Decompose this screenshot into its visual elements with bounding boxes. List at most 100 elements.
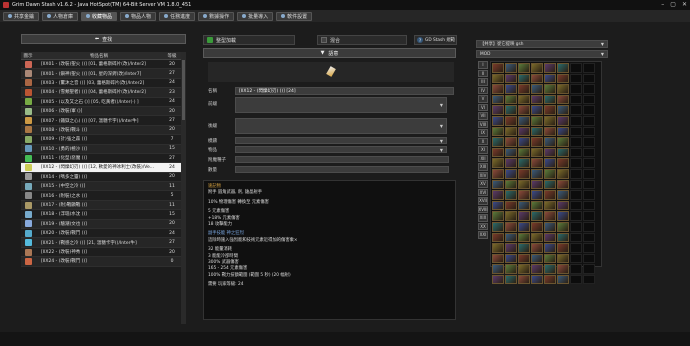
stash-page-tab[interactable]: II	[478, 69, 488, 77]
stash-page-tab[interactable]: XVI	[478, 188, 488, 196]
stash-slot[interactable]	[583, 264, 595, 274]
tab-character[interactable]: 人物倉庫	[42, 11, 79, 21]
stash-slot[interactable]	[544, 221, 556, 232]
stash-slot[interactable]	[518, 94, 530, 105]
stash-slot[interactable]	[492, 137, 504, 147]
stash-page-tab[interactable]: XIII	[478, 163, 488, 171]
stash-slot[interactable]	[570, 84, 582, 94]
list-item[interactable]: [IIX15 - (中空之冷 ()] 11	[21, 182, 181, 192]
stash-slot[interactable]	[505, 253, 517, 264]
stash-slot[interactable]	[570, 264, 582, 274]
stash-slot[interactable]	[505, 200, 517, 211]
stash-slot[interactable]	[583, 115, 595, 126]
stash-slot[interactable]	[518, 137, 530, 147]
list-item[interactable]: [IIX18 - (浮瑙)水沈 ()] 15	[21, 210, 181, 220]
col-icon-header[interactable]: 圖示	[21, 52, 35, 59]
stash-page-tab[interactable]: I	[478, 61, 488, 69]
mold-dropdown[interactable]: ▼	[235, 137, 447, 144]
stash-slot[interactable]	[570, 126, 582, 137]
stash-slot[interactable]	[531, 190, 543, 200]
stash-slot[interactable]	[518, 253, 530, 264]
stash-slot[interactable]	[570, 274, 582, 285]
stash-slot[interactable]	[531, 158, 543, 168]
stash-slot[interactable]	[518, 115, 530, 126]
stash-slot[interactable]	[557, 264, 569, 274]
stash-slot[interactable]	[505, 158, 517, 168]
stash-page-tab[interactable]: XII	[478, 154, 488, 162]
list-item[interactable]: [IIX01 - (改裝)聖火 ()] [01, 蕾格斯碎片(改)/Inter2…	[21, 60, 181, 70]
stash-slot[interactable]	[557, 232, 569, 243]
stash-page-tab[interactable]: XX	[478, 222, 488, 230]
stash-slot[interactable]	[557, 179, 569, 190]
stash-slot[interactable]	[570, 221, 582, 232]
stash-slot[interactable]	[570, 179, 582, 190]
list-item[interactable]: [IIX24 - (改裝)戰鬥 ()] 0	[21, 257, 181, 267]
stash-page-tab[interactable]: XVIII	[478, 205, 488, 213]
stash-slot[interactable]	[505, 73, 517, 84]
stash-slot[interactable]	[531, 84, 543, 94]
stash-slot[interactable]	[544, 243, 556, 253]
stash-slot[interactable]	[570, 168, 582, 179]
prefix-dropdown[interactable]: ▼	[235, 97, 447, 113]
stash-page-tab[interactable]: IV	[478, 86, 488, 94]
stash-slot[interactable]	[544, 147, 556, 158]
stash-slot[interactable]	[531, 105, 543, 115]
tab-quest[interactable]: 任務進度	[159, 11, 196, 21]
stash-slot[interactable]	[570, 211, 582, 221]
stash-page-tab[interactable]: XXI	[478, 231, 488, 239]
stash-slot[interactable]	[505, 243, 517, 253]
minimize-button[interactable]: –	[661, 1, 664, 8]
stash-slot[interactable]	[583, 232, 595, 243]
stash-slot[interactable]	[583, 63, 595, 73]
list-item[interactable]: [IIX05 - (以及又之石 ()] [05, 吃黃者()/Inter(·) …	[21, 97, 181, 107]
stash-slot[interactable]	[544, 168, 556, 179]
stash-slot[interactable]	[518, 179, 530, 190]
stash-page-tab[interactable]: XI	[478, 146, 488, 154]
stash-slot[interactable]	[557, 158, 569, 168]
stash-slot[interactable]	[583, 158, 595, 168]
stash-page-tab[interactable]: III	[478, 78, 488, 86]
stash-slot[interactable]	[531, 211, 543, 221]
stash-slot[interactable]	[518, 264, 530, 274]
stash-slot[interactable]	[557, 73, 569, 84]
list-item[interactable]: [IIX10 - (勇的)極沙 ()] 15	[21, 144, 181, 154]
stash-slot[interactable]	[518, 126, 530, 137]
list-item[interactable]: [IIX16 - (附裝)之水 ()] 5	[21, 191, 181, 201]
stash-select[interactable]: 【共享】從它提映 gsh ▼	[476, 40, 608, 48]
stash-slot[interactable]	[505, 126, 517, 137]
list-item[interactable]: [IIX07 - (鐵獄之心) ()] [07, 溫糖卡字()/Inter牛] 2…	[21, 116, 181, 126]
stash-slot[interactable]	[492, 73, 504, 84]
stash-slot[interactable]	[492, 147, 504, 158]
stash-slot[interactable]	[544, 190, 556, 200]
stash-slot[interactable]	[570, 105, 582, 115]
quantity-input[interactable]	[235, 166, 449, 173]
stash-slot[interactable]	[492, 243, 504, 253]
stash-slot[interactable]	[518, 200, 530, 211]
stash-slot[interactable]	[531, 253, 543, 264]
stash-slot[interactable]	[557, 274, 569, 285]
stash-slot[interactable]	[518, 221, 530, 232]
stash-page-tab[interactable]: X	[478, 137, 488, 145]
list-item[interactable]: [IIX12 - (閃爍幻刃) ()] [12, 軟愛的神冰利士(改裝)/Ve.…	[21, 163, 181, 173]
stash-slot[interactable]	[544, 73, 556, 84]
list-item[interactable]: [IIX04 - (雪類聖者) ()] [04, 蕾格斯碎片(改)/Inter2…	[21, 88, 181, 98]
stash-slot[interactable]	[544, 274, 556, 285]
stash-slot[interactable]	[570, 115, 582, 126]
stash-slot[interactable]	[583, 73, 595, 84]
stash-slot[interactable]	[492, 179, 504, 190]
stash-slot[interactable]	[505, 211, 517, 221]
stash-slot[interactable]	[505, 147, 517, 158]
stash-slot[interactable]	[518, 168, 530, 179]
stash-slot[interactable]	[505, 274, 517, 285]
list-item[interactable]: [IIX06 - (改裝)軍 ()] 20	[21, 106, 181, 117]
list-item[interactable]: [IIX11 - (化型)惡魔 ()] 27	[21, 153, 181, 164]
stash-slot[interactable]	[544, 84, 556, 94]
stash-slot[interactable]	[505, 190, 517, 200]
stash-slot[interactable]	[505, 221, 517, 232]
stash-slot[interactable]	[583, 179, 595, 190]
stash-slot[interactable]	[492, 190, 504, 200]
list-item[interactable]: [IIX22 - (改裝)神秀 ()] 20	[21, 247, 181, 258]
stash-slot[interactable]	[544, 211, 556, 221]
stash-slot[interactable]	[557, 221, 569, 232]
stash-slot[interactable]	[505, 168, 517, 179]
